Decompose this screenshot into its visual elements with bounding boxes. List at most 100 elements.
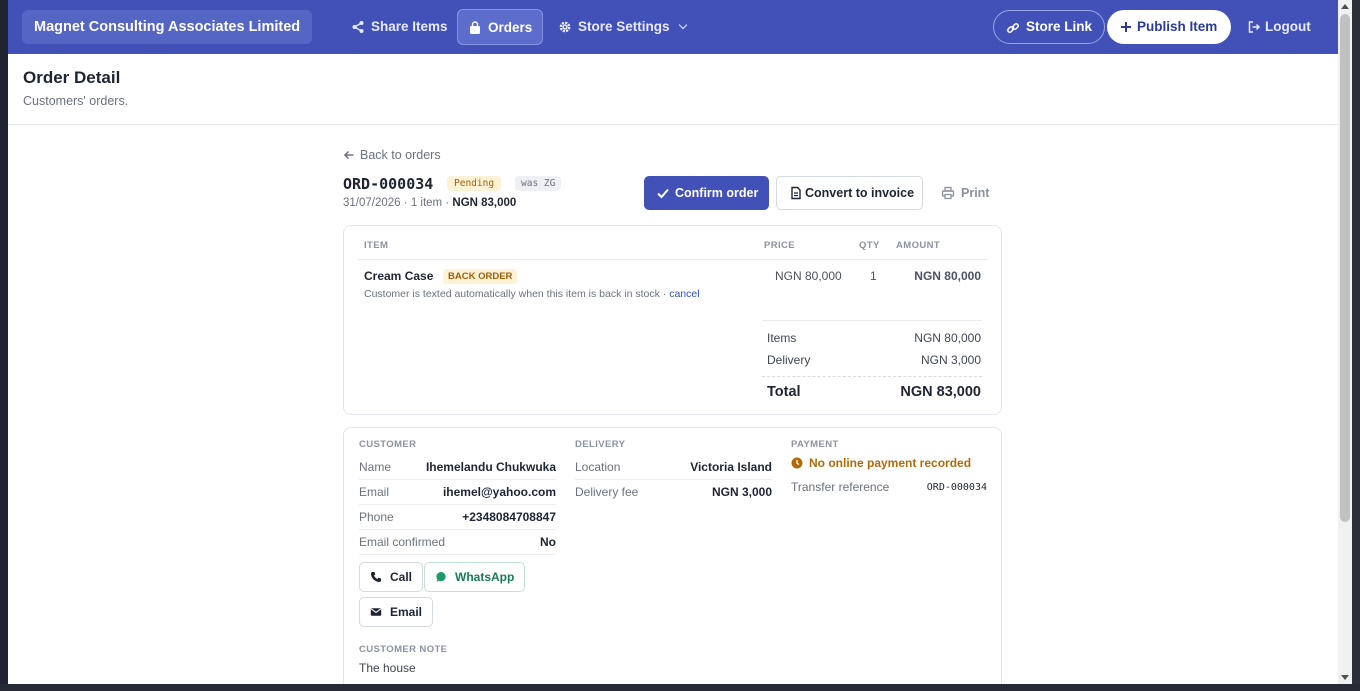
logout-icon [1248, 21, 1261, 33]
nav-orders-label: Orders [488, 20, 533, 35]
item-note: Customer is texted automatically when th… [364, 288, 700, 300]
gear-icon [559, 21, 571, 33]
meta-separator: · [445, 197, 450, 209]
order-item-count: 1 item [410, 197, 443, 209]
field-label: Email confirmed [359, 535, 446, 549]
customer-name: Ihemelandu Chukwuka [425, 460, 556, 474]
customer-email: ihemel@yahoo.com [442, 485, 556, 499]
nav-share-items[interactable]: Share Items [341, 9, 458, 45]
delivery-fee: NGN 3,000 [711, 485, 772, 499]
email-button[interactable]: Email [359, 597, 434, 627]
summary-items-label: Items [767, 331, 797, 345]
desktop-edge-right [1352, 0, 1360, 691]
order-total: NGN 83,000 [452, 197, 517, 209]
order-date: 31/07/2026 [343, 197, 401, 209]
summary-delivery-label: Delivery [767, 353, 811, 367]
page-subtitle: Customers' orders. [23, 94, 129, 108]
page-header: Order Detail Customers' orders. [8, 54, 1338, 125]
delivery-section-title: DELIVERY [575, 439, 626, 450]
scroll-up-icon[interactable] [1341, 4, 1349, 9]
customer-note: The house [359, 661, 416, 675]
arrow-left-icon [343, 150, 354, 160]
back-to-orders-label: Back to orders [360, 148, 441, 162]
header-divider [358, 259, 988, 260]
customer-phone-row: Phone +2348084708847 [359, 505, 556, 530]
field-label: Name [359, 460, 392, 474]
phone-icon [371, 572, 381, 582]
meta-separator: · [403, 197, 408, 209]
item-qty: 1 [870, 269, 877, 283]
email-label: Email [390, 605, 423, 619]
bag-icon [470, 21, 480, 34]
whatsapp-label: WhatsApp [455, 570, 515, 584]
delivery-location: Victoria Island [690, 460, 772, 474]
call-button[interactable]: Call [359, 562, 424, 592]
order-info-card: CUSTOMER Name Ihemelandu Chukwuka Email … [343, 427, 1002, 684]
scroll-down-icon[interactable] [1341, 675, 1349, 680]
order-items-card: ITEM PRICE QTY AMOUNT Cream Case BACK OR… [343, 225, 1002, 415]
link-icon [1007, 23, 1019, 33]
field-label: Location [575, 460, 621, 474]
publish-item-label: Publish Item [1137, 19, 1218, 34]
column-header-qty: QTY [859, 240, 880, 251]
customer-section-title: CUSTOMER [359, 439, 417, 450]
delivery-location-row: Location Victoria Island [575, 455, 772, 480]
item-note-text: Customer is texted automatically when th… [364, 288, 667, 300]
item-price: NGN 80,000 [775, 269, 842, 283]
logout-button[interactable]: Logout [1235, 10, 1319, 44]
print-button[interactable]: Print [933, 176, 989, 210]
printer-icon [941, 186, 955, 200]
plus-icon [1121, 22, 1131, 32]
cancel-backorder-link[interactable]: cancel [669, 288, 699, 300]
check-icon [657, 188, 669, 199]
order-meta: 31/07/2026 · 1 item · NGN 83,000 [343, 197, 516, 209]
call-label: Call [390, 570, 413, 584]
customer-note-title: CUSTOMER NOTE [359, 644, 448, 655]
envelope-icon [370, 608, 382, 616]
share-icon [352, 21, 364, 33]
summary-delivery-value: NGN 3,000 [920, 353, 981, 367]
email-confirmed-value: No [540, 535, 556, 549]
payment-section-title: PAYMENT [791, 439, 839, 450]
transfer-reference-row: Transfer reference ORD-000034 [791, 475, 987, 500]
customer-name-row: Name Ihemelandu Chukwuka [359, 455, 556, 480]
nav-store-settings[interactable]: Store Settings [548, 9, 696, 45]
summary-divider [762, 320, 982, 321]
customer-phone: +2348084708847 [462, 510, 556, 524]
convert-to-invoice-button[interactable]: Convert to invoice [776, 176, 923, 210]
scrollbar-thumb[interactable] [1340, 14, 1350, 522]
convert-to-invoice-label: Convert to invoice [805, 186, 915, 200]
item-name: Cream Case [364, 269, 434, 283]
logout-label: Logout [1265, 19, 1311, 34]
item-amount: NGN 80,000 [914, 269, 981, 283]
payment-warning-text: No online payment recorded [809, 456, 972, 470]
field-label: Phone [359, 510, 394, 524]
warning-clock-icon [791, 457, 803, 469]
desktop-edge-bottom [0, 684, 1360, 691]
store-link-button[interactable]: Store Link [993, 10, 1106, 44]
status-badge: Pending [447, 176, 502, 191]
nav-store-settings-label: Store Settings [578, 19, 670, 34]
vertical-scrollbar[interactable] [1338, 0, 1352, 684]
browser-viewport: Magnet Consulting Associates Limited Sha… [8, 0, 1338, 684]
publish-item-button[interactable]: Publish Item [1107, 10, 1232, 44]
payment-warning: No online payment recorded [791, 456, 971, 470]
document-icon [791, 186, 801, 200]
whatsapp-icon [436, 572, 446, 582]
confirm-order-button[interactable]: Confirm order [644, 176, 769, 210]
source-badge: was ZG [515, 176, 562, 191]
back-to-orders-link[interactable]: Back to orders [343, 148, 441, 162]
whatsapp-button[interactable]: WhatsApp [424, 562, 526, 592]
summary-items-value: NGN 80,000 [914, 331, 981, 345]
email-confirmed-row: Email confirmed No [359, 530, 556, 555]
column-header-amount: AMOUNT [896, 240, 941, 251]
nav-orders[interactable]: Orders [457, 9, 544, 45]
page-title: Order Detail [23, 68, 121, 87]
store-link-label: Store Link [1026, 19, 1093, 34]
transfer-reference: ORD-000034 [926, 482, 987, 493]
back-order-badge: BACK ORDER [443, 269, 518, 284]
top-navbar: Magnet Consulting Associates Limited Sha… [8, 0, 1338, 54]
store-brand[interactable]: Magnet Consulting Associates Limited [22, 10, 313, 44]
summary-total-value: NGN 83,000 [900, 384, 981, 400]
print-label: Print [961, 186, 990, 200]
